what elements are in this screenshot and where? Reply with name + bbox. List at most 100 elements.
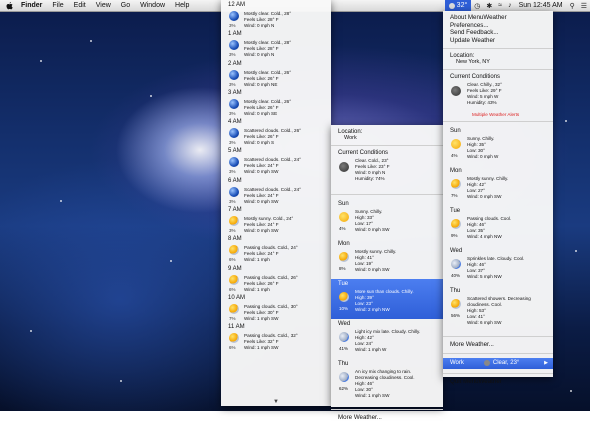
daily-forecast-item[interactable]: Sun 4% Sunny. Chilly. High: 35° Low: 30° Wind… (443, 126, 553, 166)
daily-forecast-item[interactable]: Mon 8% Mostly sunny. Chilly. High: 41° Low: … (331, 239, 443, 279)
about-item[interactable]: About MenuWeather (443, 14, 553, 22)
divider (443, 336, 553, 337)
daily-forecast-item[interactable]: Wed 40% Sprinkles late. Cloudy. Cool. High:… (443, 246, 553, 286)
hour-label: 3 AM (228, 89, 242, 96)
precip-percent: 9% (451, 233, 458, 238)
more-weather-item[interactable]: More Weather... (331, 414, 443, 422)
menu-file[interactable]: File (47, 0, 68, 11)
hourly-forecast-item[interactable]: 1 AM 3% Mostly clear. Cold., 28° Feels Like… (221, 29, 331, 58)
daily-forecast-item[interactable]: Tue 10% More sun than clouds. Chilly. High:… (331, 279, 443, 319)
day-label: Wed (338, 321, 351, 327)
precip-percent: 6% (229, 345, 236, 351)
forecast-line: Wind: 0 mph SW (244, 169, 279, 175)
moon-globe-icon (229, 40, 239, 51)
precip-percent: 3% (229, 23, 236, 28)
hourly-forecast-item[interactable]: 8 AM 6% Passing clouds. Cold., 24° Feels Li… (221, 234, 331, 263)
timemachine-icon[interactable]: ◷ (471, 2, 483, 10)
hourly-forecast-item[interactable]: 7 AM 3% Mostly sunny. Cold., 24° Feels Like… (221, 205, 331, 234)
hourly-forecast-item[interactable]: 6 AM 3% Scattered clouds. Cold., 24° Feels … (221, 176, 331, 205)
partly-sunny-icon (229, 216, 239, 227)
hourly-forecast-item[interactable]: 10 AM 7% Passing clouds. Cold., 30° Feels L… (221, 293, 331, 322)
forecast-line: Wind: 1 mph SW (355, 393, 390, 398)
hourly-forecast-item[interactable]: 12 AM 3% Mostly clear. Cold., 28° Feels Lik… (221, 0, 331, 29)
divider (443, 372, 553, 374)
partly-sunny-icon (229, 333, 239, 344)
menu-go[interactable]: Go (116, 0, 135, 11)
divider (443, 121, 553, 122)
quit-item[interactable]: Quit MenuWeather (443, 378, 553, 386)
preferences-item[interactable]: Preferences... (443, 22, 553, 30)
partly-sunny-icon (451, 299, 461, 309)
forecast-line: Wind: 0 mph SW (355, 227, 390, 232)
forecast-line: Wind: 0 mph SW (244, 228, 279, 234)
hour-label: 8 AM (228, 236, 242, 243)
menu-finder[interactable]: Finder (16, 0, 47, 11)
divider (331, 145, 443, 146)
forecast-line: Wind: 6 mph SW (467, 320, 502, 325)
divider (443, 352, 553, 354)
more-weather-item[interactable]: More Weather... (443, 341, 553, 349)
moon-icon (339, 162, 349, 172)
rain-icon (339, 332, 349, 342)
daily-forecast-item[interactable]: Wed 41% Light icy mix late. Cloudy. Chilly… (331, 319, 443, 359)
hourly-forecast-item[interactable]: 5 AM 3% Scattered clouds. Cold., 24° Feels … (221, 146, 331, 175)
forecast-line: Wind: 1 mph W (355, 347, 387, 352)
hourly-forecast-item[interactable]: 2 AM 3% Mostly clear. Cold., 26° Feels Like… (221, 59, 331, 88)
menuweather-status-item[interactable]: 32° (444, 0, 472, 11)
forecast-line: Wind: 0 mph SE (244, 110, 278, 116)
precip-percent: 6% (229, 286, 236, 292)
menu-edit[interactable]: Edit (69, 0, 91, 11)
day-label: Thu (450, 288, 461, 294)
day-label: Tue (338, 281, 349, 287)
work-location-item[interactable]: Work Clear, 23° ▶ (443, 357, 553, 369)
forecast-line: Wind: 0 mph N (244, 52, 275, 58)
current-conditions[interactable]: Clear. Cold., 23° Feels Like: 23° F Wind… (331, 156, 443, 190)
weather-alerts-link[interactable]: Multiple Weather Alerts (472, 112, 553, 117)
forecast-line: Wind: 0 mph SW (244, 198, 279, 204)
send-feedback-item[interactable]: Send Feedback... (443, 29, 553, 37)
hour-label: 2 AM (228, 60, 242, 67)
wifi-icon[interactable]: ≈ (495, 2, 505, 9)
apple-icon[interactable] (6, 1, 13, 10)
rain-icon (451, 259, 461, 269)
hourly-forecast-item[interactable]: 4 AM 3% Scattered clouds. Cold., 26° Feels … (221, 117, 331, 146)
daily-forecast-item[interactable]: Thu 56% Scattered showers. Decreasing cloud… (443, 286, 553, 332)
partly-sunny-icon (229, 245, 239, 256)
hourly-forecast-item[interactable]: 9 AM 6% Passing clouds. Cold., 26° Feels Li… (221, 264, 331, 293)
update-weather-item[interactable]: Update Weather (443, 37, 553, 45)
forecast-line: Scattered clouds. Cold., 24° (244, 186, 301, 192)
hourly-forecast-item[interactable]: 3 AM 3% Mostly clear. Cold., 26° Feels Like… (221, 88, 331, 117)
hourly-forecast-menu: 12 AM 3% Mostly clear. Cold., 28° Feels Lik… (221, 0, 331, 406)
volume-icon[interactable]: ♪ (505, 2, 515, 9)
hour-label: 4 AM (228, 119, 242, 126)
forecast-line: Wind: 4 mph NW (467, 234, 502, 239)
menu-window[interactable]: Window (135, 0, 170, 11)
spotlight-icon[interactable]: ⚲ (567, 2, 578, 10)
daily-forecast-item[interactable]: Mon 7% Mostly sunny. Chilly. High: 42° Low: … (443, 166, 553, 206)
daily-forecast-item[interactable]: Tue 9% Passing clouds. Cool. High: 46° Low: … (443, 206, 553, 246)
hour-label: 12 AM (228, 2, 246, 8)
menuweather-main-menu: About MenuWeather Preferences... Send Fe… (443, 11, 553, 385)
hour-label: 1 AM (228, 31, 242, 38)
work-weather-value: Clear, 23° (492, 360, 520, 366)
bluetooth-icon[interactable]: ✱ (483, 2, 495, 10)
forecast-line: Wind: 0 mph N (244, 23, 275, 28)
forecast-line: Wind: 0 mph SW (355, 267, 390, 272)
precip-percent: 4% (451, 153, 458, 158)
day-label: Tue (450, 208, 461, 214)
notification-center-icon[interactable]: ☰ (578, 2, 590, 10)
precip-percent: 40% (451, 273, 461, 278)
precip-percent: 6% (229, 257, 236, 263)
divider (331, 194, 443, 195)
humidity-line: Humidity: 74% (355, 176, 385, 181)
menu-help[interactable]: Help (170, 0, 194, 11)
hourly-forecast-item[interactable]: 11 AM 6% Passing clouds. Cold., 32° Feels L… (221, 322, 331, 351)
menu-view[interactable]: View (91, 0, 116, 11)
menubar-clock[interactable]: Sun 12:45 AM (515, 2, 567, 9)
day-label: Mon (450, 168, 462, 174)
scroll-down-arrow-icon[interactable]: ▼ (273, 399, 279, 405)
hour-label: 9 AM (228, 265, 242, 272)
daily-forecast-item[interactable]: Sun 4% Sunny. Chilly. High: 33° Low: 17° Wind… (331, 199, 443, 239)
daily-forecast-item[interactable]: Thu 62% An icy mix changing to rain. Decrea… (331, 359, 443, 405)
current-conditions[interactable]: Clear. Chilly., 32° Feels Like: 29° F Wi… (443, 80, 553, 110)
